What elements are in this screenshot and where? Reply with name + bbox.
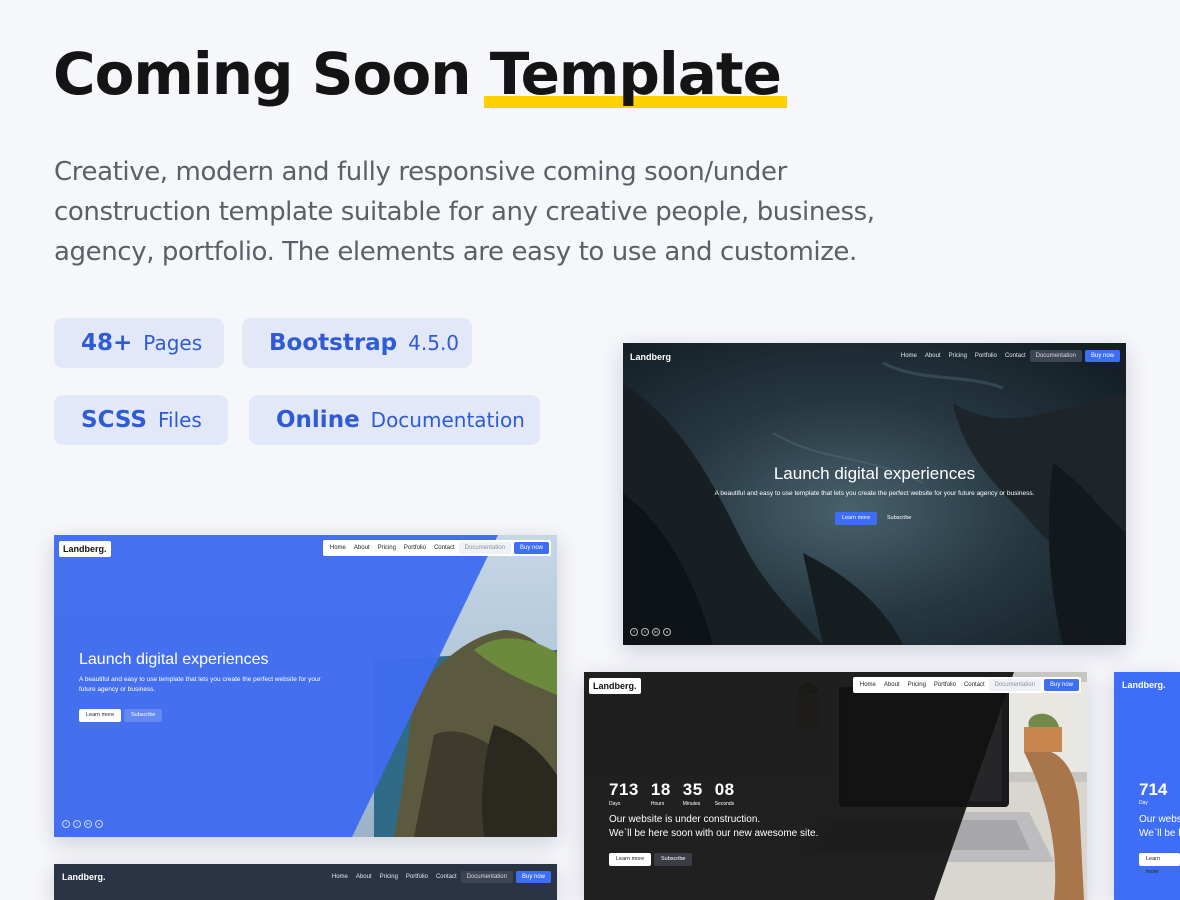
subscribe-button[interactable]: Subscribe — [880, 512, 918, 525]
social-links: f t in o — [62, 820, 103, 828]
hero-headline: Launch digital experiences — [79, 651, 269, 668]
twitter-icon[interactable]: t — [641, 628, 649, 636]
construction-line2: We`ll be h — [1139, 828, 1180, 839]
title-part: Coming Soon — [53, 40, 471, 108]
construction-line1: Our website is under construction. — [609, 814, 761, 825]
brand-logo[interactable]: Landberg. — [59, 541, 111, 557]
navbar: Home About Pricing Portfolio Contact Doc… — [322, 540, 551, 556]
preview-blue: Landberg. Home About Pricing Portfolio C… — [54, 535, 557, 837]
countdown-days: 714 — [1139, 780, 1168, 799]
instagram-icon[interactable]: o — [95, 820, 103, 828]
feature-pages: 48+ Pages — [54, 318, 224, 368]
linkedin-icon[interactable]: in — [652, 628, 660, 636]
countdown-seconds: 08 Seconds — [714, 780, 735, 807]
nav-pricing[interactable]: Pricing — [376, 874, 402, 880]
learn-more-button[interactable]: Learn more — [1139, 853, 1180, 875]
instagram-icon[interactable]: o — [663, 628, 671, 636]
nav-pricing[interactable]: Pricing — [945, 353, 971, 359]
documentation-button[interactable]: Documentation — [458, 542, 511, 554]
feature-bootstrap: Bootstrap 4.5.0 — [242, 318, 472, 368]
buy-now-button[interactable]: Buy now — [1043, 679, 1079, 691]
nav-home[interactable]: Home — [856, 682, 880, 688]
nav-about[interactable]: About — [350, 545, 374, 551]
nav-pricing[interactable]: Pricing — [374, 545, 400, 551]
documentation-button[interactable]: Documentation — [1029, 350, 1082, 362]
nav-contact[interactable]: Contact — [1001, 353, 1030, 359]
hero-headline: Launch digital experiences — [773, 464, 976, 483]
countdown-days-label: Day — [1139, 800, 1148, 806]
construction-line1: Our webs — [1139, 814, 1180, 825]
facebook-icon[interactable]: f — [630, 628, 638, 636]
countdown-timer: 713 Days 18 Hours 35 Minutes 08 Seconds — [609, 780, 735, 807]
feature-documentation: Online Documentation — [249, 395, 540, 445]
feature-scss: SCSS Files — [54, 395, 228, 445]
construction-line2: We`ll be here soon with our new awesome … — [609, 828, 819, 839]
navbar: Home About Pricing Portfolio Contact Doc… — [897, 348, 1120, 364]
twitter-icon[interactable]: t — [73, 820, 81, 828]
brand-logo[interactable]: Landberg. — [1122, 680, 1166, 690]
nav-about[interactable]: About — [921, 353, 945, 359]
navbar: Home About Pricing Portfolio Contact Doc… — [328, 869, 551, 885]
brand-logo[interactable]: Landberg. — [62, 872, 106, 882]
nav-home[interactable]: Home — [326, 545, 350, 551]
nav-contact[interactable]: Contact — [960, 682, 989, 688]
learn-more-button[interactable]: Learn more — [79, 709, 122, 722]
buy-now-button[interactable]: Buy now — [1084, 350, 1120, 362]
buy-now-button[interactable]: Buy now — [515, 871, 551, 883]
facebook-icon[interactable]: f — [62, 820, 70, 828]
documentation-button[interactable]: Documentation — [460, 871, 513, 883]
learn-more-button[interactable]: Learn more — [609, 853, 652, 866]
buy-now-button[interactable]: Buy now — [513, 542, 549, 554]
learn-more-button[interactable]: Learn more — [835, 512, 878, 525]
page-title: Coming Soon Template — [53, 40, 788, 108]
documentation-button[interactable]: Documentation — [988, 679, 1041, 691]
preview-countdown: Landberg. Home About Pricing Portfolio C… — [584, 672, 1087, 900]
hero-subtext: A beautiful and easy to use template tha… — [714, 490, 1035, 497]
navbar: Home About Pricing Portfolio Contact Doc… — [852, 677, 1081, 693]
brand-logo[interactable]: Landberg. — [589, 678, 641, 694]
subscribe-button[interactable]: Subscribe — [654, 853, 693, 866]
nav-home[interactable]: Home — [897, 353, 921, 359]
nav-contact[interactable]: Contact — [432, 874, 461, 880]
subscribe-button[interactable]: Subscribe — [124, 709, 163, 722]
preview-ocean: Landberg Home About Pricing Portfolio Co… — [623, 343, 1126, 645]
countdown-minutes: 35 Minutes — [682, 780, 703, 807]
preview-dark-bottom: Landberg. Home About Pricing Portfolio C… — [54, 864, 557, 900]
nav-contact[interactable]: Contact — [430, 545, 459, 551]
nav-portfolio[interactable]: Portfolio — [400, 545, 430, 551]
nav-about[interactable]: About — [880, 682, 904, 688]
nav-portfolio[interactable]: Portfolio — [971, 353, 1001, 359]
nav-pricing[interactable]: Pricing — [904, 682, 930, 688]
hero-subtext: A beautiful and easy to use template tha… — [79, 676, 321, 693]
page-description: Creative, modern and fully responsive co… — [54, 157, 875, 267]
countdown-days: 713 Days — [609, 780, 639, 807]
title-highlight: Template — [483, 40, 788, 108]
nav-portfolio[interactable]: Portfolio — [402, 874, 432, 880]
nav-portfolio[interactable]: Portfolio — [930, 682, 960, 688]
preview-blue-partial: Landberg. 714 Day Our webs We`ll be h Le… — [1114, 672, 1180, 900]
nav-about[interactable]: About — [352, 874, 376, 880]
countdown-hours: 18 Hours — [650, 780, 671, 807]
social-links: f t in o — [630, 628, 671, 636]
nav-home[interactable]: Home — [328, 874, 352, 880]
linkedin-icon[interactable]: in — [84, 820, 92, 828]
brand-logo[interactable]: Landberg — [630, 352, 671, 362]
